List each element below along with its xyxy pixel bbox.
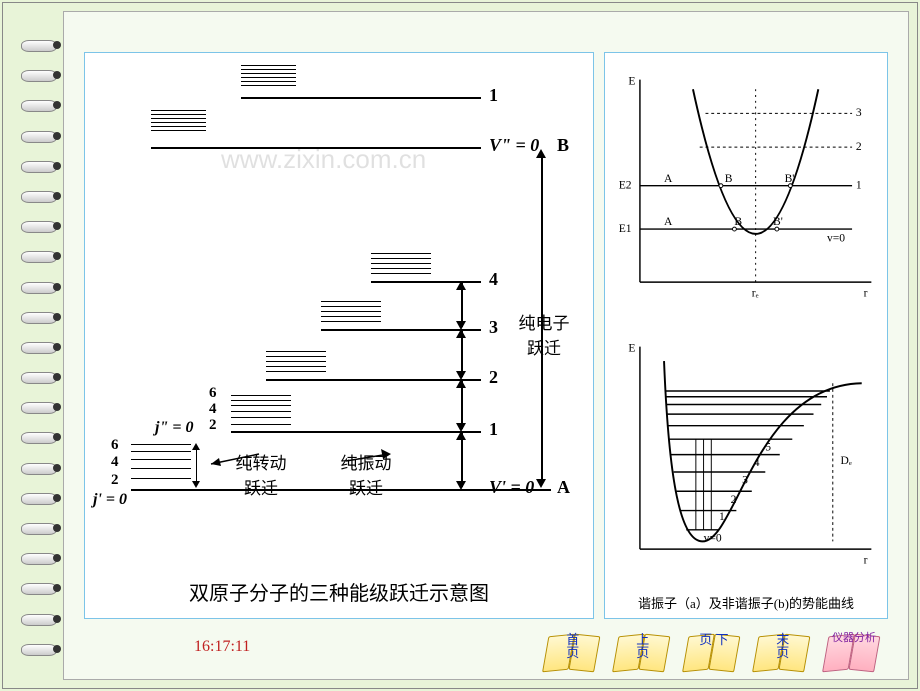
svg-text:B': B' (773, 215, 783, 228)
svg-text:2: 2 (731, 493, 737, 506)
label-electronic-transition: 纯电子 跃迁 (516, 309, 572, 359)
svg-text:B': B' (785, 172, 795, 185)
axis-label-r: r (864, 287, 868, 300)
label-V-prime: V' = 0 (489, 477, 534, 498)
label-B: B (557, 135, 569, 156)
harmonic-oscillator-diagram: E r rₑ 3 2 E2 (611, 57, 881, 324)
label-jp-6: 6 (111, 437, 119, 454)
label-V-double-prime: V" = 0 (489, 135, 539, 156)
svg-text:1: 1 (856, 179, 862, 192)
nav-first-button[interactable]: 首 页 (542, 629, 601, 671)
page-surface: V" = 0 B 1 (63, 11, 909, 680)
right-diagram-caption: 谐振子（a）及非谐振子(b)的势能曲线 (611, 591, 881, 616)
left-diagram-caption: 双原子分子的三种能级跃迁示意图 (91, 577, 587, 606)
svg-text:3: 3 (742, 474, 748, 487)
svg-text:5: 5 (765, 441, 771, 454)
label-jpp-2: 2 (209, 417, 217, 434)
content-area: V" = 0 B 1 (84, 52, 888, 619)
potential-curves-panel: E r rₑ 3 2 E2 (604, 52, 888, 619)
nav-instrument-analysis-button[interactable]: 仪器分析 (822, 629, 881, 671)
label-v2: 2 (489, 367, 498, 388)
svg-text:A: A (664, 215, 673, 228)
label-v1: 1 (489, 419, 498, 440)
svg-text:A: A (664, 172, 673, 185)
label-jp-2: 2 (111, 472, 119, 489)
label-vibration-transition: 纯振动 跃迁 (331, 449, 401, 499)
label-v3: 3 (489, 317, 498, 338)
svg-text:1: 1 (719, 510, 725, 523)
svg-text:E: E (628, 341, 635, 354)
svg-text:4: 4 (754, 456, 760, 469)
spiral-binding (21, 38, 59, 658)
nav-last-button[interactable]: 末 页 (752, 629, 811, 671)
energy-level-diagram-panel: V" = 0 B 1 (84, 52, 594, 619)
label-v4: 4 (489, 269, 498, 290)
svg-text:B: B (734, 215, 742, 228)
svg-text:Dₑ: Dₑ (841, 454, 852, 467)
axis-label-E: E (628, 74, 635, 87)
svg-text:E1: E1 (619, 222, 632, 235)
timestamp: 16:17:11 (194, 638, 250, 656)
svg-text:rₑ: rₑ (752, 287, 759, 300)
label-jpp-4: 4 (209, 401, 217, 418)
energy-level-diagram: V" = 0 B 1 (91, 59, 587, 612)
svg-text:v=0: v=0 (827, 232, 845, 245)
nav-buttons: 首 页 上 页 页 下 末 页 仪器分析 (546, 629, 878, 671)
label-top-1: 1 (489, 85, 498, 106)
svg-text:B: B (725, 172, 733, 185)
bottom-nav: 16:17:11 首 页 上 页 页 下 末 页 (64, 623, 908, 671)
label-A: A (557, 477, 570, 498)
nav-prev-button[interactable]: 上 页 (612, 629, 671, 671)
svg-text:v=0: v=0 (704, 531, 722, 544)
label-rotation-transition: 纯转动 跃迁 (226, 449, 296, 499)
anharmonic-oscillator-diagram: E r Dₑ v=0 1 2 (611, 324, 881, 591)
slide-frame: V" = 0 B 1 (2, 2, 918, 689)
nav-next-button[interactable]: 页 下 (682, 629, 741, 671)
label-jpp-6: 6 (209, 385, 217, 402)
svg-text:E2: E2 (619, 179, 632, 192)
label-jp-zero: j' = 0 (93, 491, 127, 509)
svg-text:2: 2 (856, 140, 862, 153)
svg-text:r: r (864, 554, 868, 567)
label-jp-4: 4 (111, 454, 119, 471)
svg-text:3: 3 (856, 106, 862, 119)
label-jpp-zero: j" = 0 (155, 419, 193, 437)
